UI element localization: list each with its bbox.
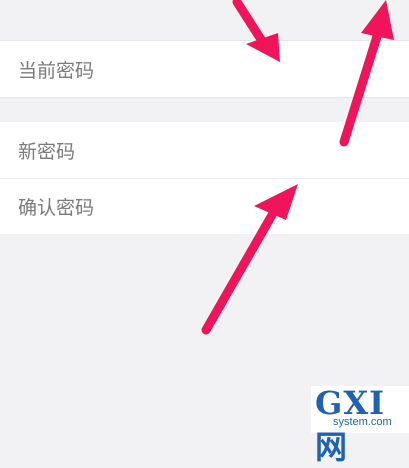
- annotation-arrows: [201, 0, 394, 335]
- arrow-up-right-icon: [339, 0, 394, 147]
- arrow-up-icon: [201, 184, 298, 335]
- watermark-logo: GXI网 system.com: [311, 384, 409, 466]
- arrow-down-icon: [232, 0, 280, 62]
- watermark-domain: system.com: [333, 416, 392, 428]
